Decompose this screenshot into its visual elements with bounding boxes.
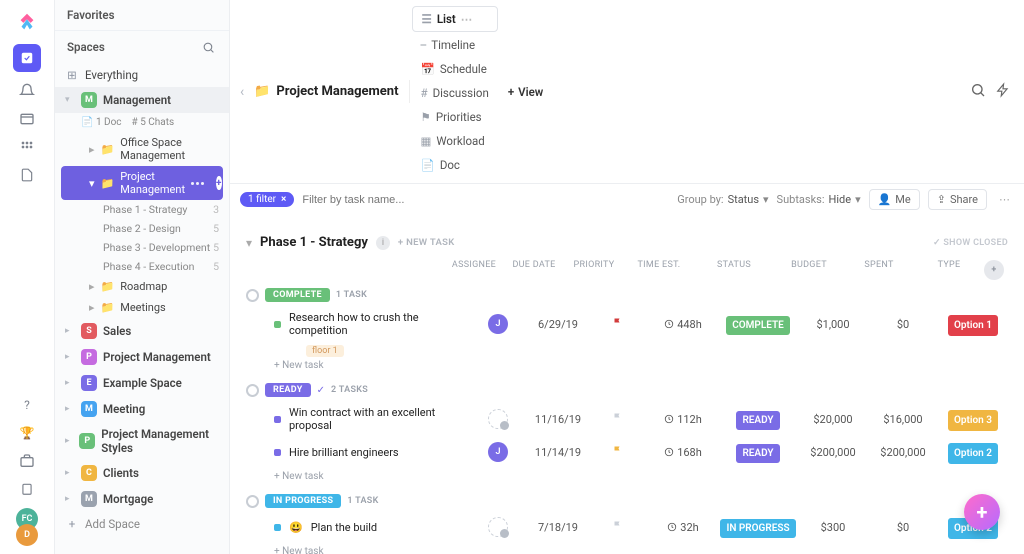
new-task-button[interactable]: + New task <box>246 546 1008 554</box>
new-task-button[interactable]: + NEW TASK <box>398 237 455 248</box>
nav-bell-icon[interactable] <box>18 82 36 100</box>
task-row[interactable]: Research how to crush the competition J … <box>246 306 1008 342</box>
create-fab[interactable]: + <box>964 494 1000 530</box>
phase-nav-item[interactable]: Phase 1 - Strategy3 <box>55 200 229 219</box>
user-avatar-stack[interactable]: FCD <box>16 508 38 546</box>
new-task-button[interactable]: + New task <box>246 360 1008 371</box>
bolt-icon[interactable] <box>992 78 1014 105</box>
phase-nav-item[interactable]: Phase 4 - Execution5 <box>55 257 229 276</box>
me-button[interactable]: 👤 Me <box>869 189 920 210</box>
nav-doc-icon[interactable] <box>18 166 36 184</box>
space-item[interactable]: ▸MMortgage <box>55 486 229 512</box>
phase-nav-item[interactable]: Phase 2 - Design5 <box>55 219 229 238</box>
search-icon[interactable] <box>966 78 990 105</box>
folder-meetings[interactable]: ▸📁Meetings <box>55 297 229 318</box>
space-item[interactable]: ▸MMeeting <box>55 396 229 422</box>
add-column-icon[interactable]: + <box>984 260 1004 280</box>
new-task-button[interactable]: + New task <box>246 471 1008 482</box>
task-row[interactable]: Win contract with an excellent proposal … <box>246 401 1008 437</box>
filter-input[interactable] <box>302 194 669 206</box>
spaces-header: Spaces <box>55 31 229 63</box>
tab-list[interactable]: ☰List⋯ <box>412 6 498 32</box>
favorites-header[interactable]: Favorites <box>55 0 229 31</box>
share-button[interactable]: ⇪ Share <box>928 189 987 210</box>
management-meta: 📄 1 Doc # 5 Chats <box>55 113 229 132</box>
check-icon: ✓ <box>317 385 325 396</box>
folder-roadmap[interactable]: ▸📁Roadmap <box>55 276 229 297</box>
tab-discussion[interactable]: #Discussion <box>412 81 498 105</box>
add-space[interactable]: +Add Space <box>55 512 229 536</box>
task-row[interactable]: 😃Plan the build 7/18/19 32h IN PROGRESS … <box>246 512 1008 542</box>
topbar: ‹ 📁 Project Management ☰List⋯⎯Timeline📅S… <box>230 0 1024 184</box>
subtasks[interactable]: Subtasks: Hide ▾ <box>777 193 861 206</box>
everything-row[interactable]: ⊞ Everything <box>55 63 229 87</box>
group-header[interactable]: COMPLETE1 TASK <box>246 284 1008 306</box>
content: ▾Phase 1 - Strategyi+ NEW TASK✓ SHOW CLO… <box>230 215 1024 554</box>
tab-workload[interactable]: ▦Workload <box>412 129 498 153</box>
column-headers: ASSIGNEEDUE DATEPRIORITYTIME EST.STATUSB… <box>246 256 1008 284</box>
add-icon[interactable]: + <box>216 176 221 190</box>
space-management[interactable]: ▾ M Management <box>55 87 229 113</box>
space-item[interactable]: ▸PProject Management <box>55 344 229 370</box>
tab-schedule[interactable]: 📅Schedule <box>412 57 498 81</box>
show-closed[interactable]: ✓ SHOW CLOSED <box>933 238 1008 248</box>
tab-doc[interactable]: 📄Doc <box>412 153 498 177</box>
folder-office-space[interactable]: ▸📁Office Space Management <box>55 132 229 166</box>
nav-briefcase-icon[interactable] <box>18 452 36 470</box>
search-icon[interactable] <box>199 38 217 56</box>
filter-bar: 1 filter× Group by: Status ▾ Subtasks: H… <box>230 184 1024 215</box>
close-icon[interactable]: × <box>281 194 286 205</box>
groupby[interactable]: Group by: Status ▾ <box>677 193 768 206</box>
tab-timeline[interactable]: ⎯Timeline <box>412 32 498 57</box>
add-view-button[interactable]: +View <box>500 81 551 103</box>
space-item[interactable]: ▸SSales <box>55 318 229 344</box>
app-logo <box>15 10 39 34</box>
folder-icon: 📁 <box>254 84 270 99</box>
nav-clipboard-icon[interactable] <box>18 480 36 498</box>
filter-chip[interactable]: 1 filter× <box>240 192 294 207</box>
nav-inbox-icon[interactable] <box>18 110 36 128</box>
grid-icon: ⊞ <box>65 68 79 82</box>
nav-home-icon[interactable] <box>13 44 41 72</box>
tab-priorities[interactable]: ⚑Priorities <box>412 105 498 129</box>
phase-nav-item[interactable]: Phase 3 - Development5 <box>55 238 229 257</box>
nav-rail: ? 🏆 FCD <box>0 0 55 554</box>
space-item[interactable]: ▸PProject Management Styles <box>55 422 229 460</box>
sidebar: Favorites Spaces ⊞ Everything ▾ M Manage… <box>55 0 230 554</box>
group-header[interactable]: READY✓2 TASKS <box>246 379 1008 401</box>
task-row[interactable]: Hire brilliant engineers J 11/14/19 168h… <box>246 437 1008 467</box>
space-item[interactable]: ▸EExample Space <box>55 370 229 396</box>
folder-project-management[interactable]: ▾📁Project Management + <box>61 166 223 200</box>
nav-apps-icon[interactable] <box>18 138 36 156</box>
nav-trophy-icon[interactable]: 🏆 <box>18 424 36 442</box>
breadcrumb[interactable]: 📁 Project Management <box>250 80 409 103</box>
phase-title: Phase 1 - Strategy <box>260 235 368 250</box>
main-area: ‹ 📁 Project Management ☰List⋯⎯Timeline📅S… <box>230 0 1024 554</box>
more-icon[interactable]: ⋯ <box>995 193 1014 206</box>
back-icon[interactable]: ‹ <box>240 84 248 100</box>
space-item[interactable]: ▸CClients <box>55 460 229 486</box>
info-icon[interactable]: i <box>376 236 390 250</box>
group-header[interactable]: IN PROGRESS1 TASK <box>246 490 1008 512</box>
task-tag: floor 1 <box>306 345 344 357</box>
nav-help-icon[interactable]: ? <box>18 396 36 414</box>
